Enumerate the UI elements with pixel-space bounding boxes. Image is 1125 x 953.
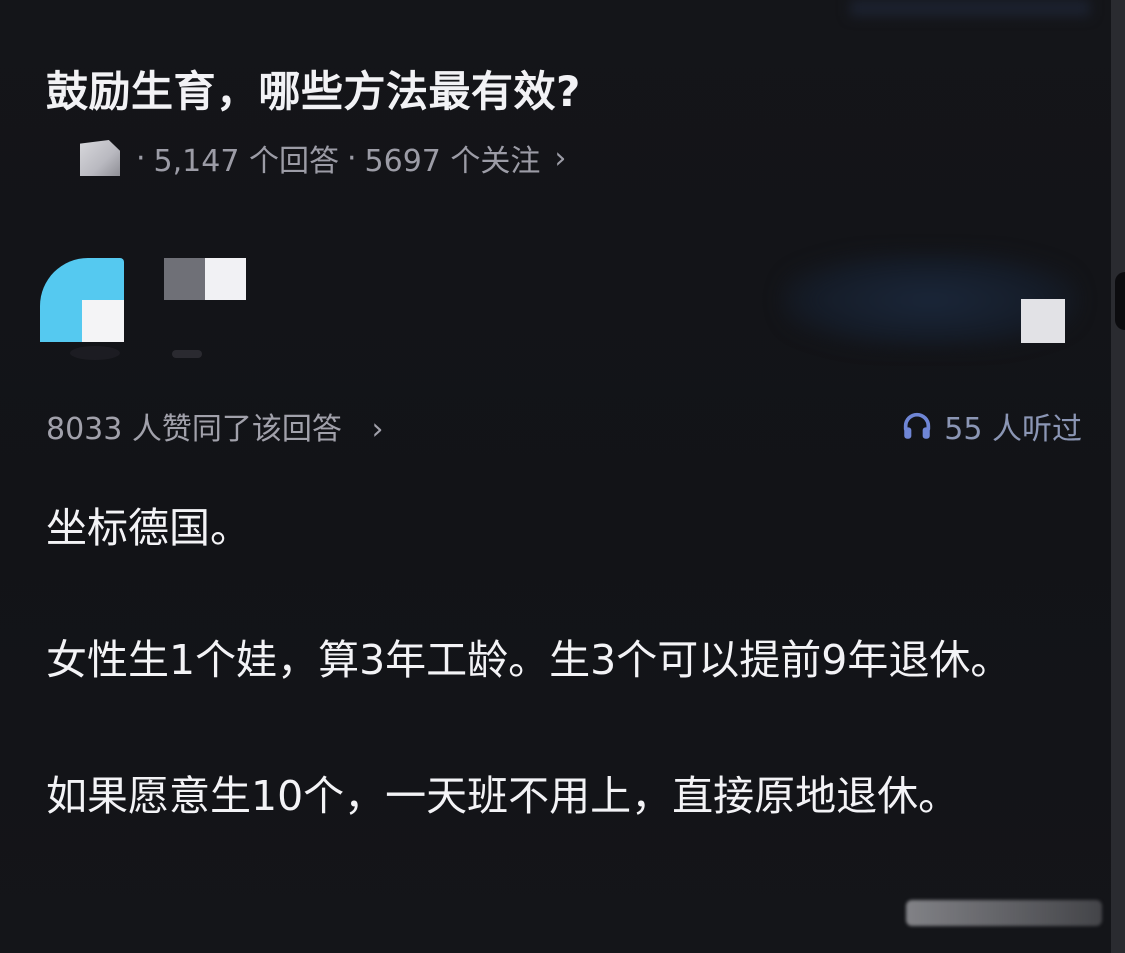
question-meta[interactable]: · 5,147 个回答 · 5697 个关注 › — [80, 138, 567, 179]
answer-count: 5,147 个回答 — [153, 144, 339, 179]
answer-stats-row: 8033 人赞同了该回答 › 55 人听过 — [46, 400, 1082, 448]
name-pixel-block — [205, 258, 246, 300]
avatar-pixel-block — [82, 300, 124, 342]
answer-body: 坐标德国。 女性生1个娃，算3年工龄。生3个可以提前9年退休。 如果愿意生10个… — [46, 494, 1046, 902]
listen-count-text: 55 人听过 — [944, 412, 1082, 447]
upvote-count-text: 8033 人赞同了该回答 — [46, 412, 342, 447]
answer-screen: 鼓励生育，哪些方法最有效? · 5,147 个回答 · 5697 个关注 › 8… — [0, 0, 1125, 953]
chevron-right-icon: › — [554, 140, 567, 176]
upvote-summary[interactable]: 8033 人赞同了该回答 › — [46, 404, 383, 448]
watermark-blur — [906, 900, 1102, 926]
author-avatar[interactable] — [40, 258, 124, 342]
author-name-masked[interactable] — [164, 258, 246, 300]
listen-count[interactable]: 55 人听过 — [900, 404, 1082, 448]
top-blur-region — [850, 0, 1090, 16]
answer-paragraph: 女性生1个娃，算3年工龄。生3个可以提前9年退休。 — [46, 636, 1012, 684]
masked-avatar-icon — [80, 140, 120, 176]
follower-count: 5697 个关注 — [364, 144, 541, 179]
side-handle[interactable] — [1115, 272, 1125, 330]
avatar-shadow — [70, 346, 120, 360]
scrollbar-track[interactable] — [1111, 0, 1125, 953]
author-bio-masked — [172, 350, 202, 358]
meta-separator: · — [136, 140, 146, 176]
meta-separator: · — [346, 140, 357, 176]
chevron-right-icon: › — [371, 412, 384, 447]
headphone-icon — [904, 412, 931, 439]
answer-paragraph: 坐标德国。 — [46, 504, 251, 552]
name-pixel-block — [164, 258, 205, 300]
answer-paragraph: 如果愿意生10个，一天班不用上，直接原地退休。 — [46, 772, 960, 820]
more-options-masked[interactable] — [1021, 299, 1065, 343]
question-title[interactable]: 鼓励生育，哪些方法最有效? — [46, 58, 581, 119]
